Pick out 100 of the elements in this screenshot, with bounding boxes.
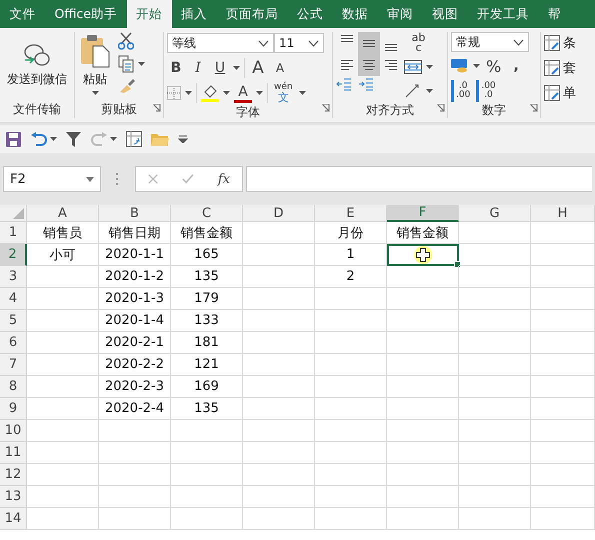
caret-icon[interactable] [426,89,433,93]
caret-icon[interactable] [426,65,433,69]
ribbon-tab[interactable]: 文件 [0,0,45,28]
merge-cells-icon[interactable] [404,60,422,74]
insert-function-button[interactable]: fx [218,172,230,186]
borders-icon[interactable] [167,86,181,100]
bold-button[interactable]: B [167,57,185,79]
caret-icon[interactable] [256,91,263,95]
column-header[interactable]: A [27,205,99,222]
increase-decimal-button[interactable]: .0 .00 [451,80,472,102]
font-color-button[interactable]: A [234,83,252,103]
row-header[interactable]: 9 [0,398,27,420]
caret-icon[interactable] [473,64,480,68]
chevron-down-icon [258,40,269,46]
row-header[interactable]: 10 [0,420,27,442]
ribbon-tab[interactable]: 插入 [172,0,216,28]
dialog-launcher-icon[interactable] [530,104,538,112]
column-header[interactable]: C [171,205,243,222]
conditional-format-icon[interactable] [544,35,560,51]
underline-button[interactable]: U [211,57,229,79]
row-header[interactable]: 3 [0,266,27,288]
ribbon-tab[interactable]: 开发工具 [468,0,538,28]
row-header[interactable]: 14 [0,508,27,530]
style-button-label[interactable]: 套 [563,59,576,77]
row-header[interactable]: 11 [0,442,27,464]
caret-icon[interactable] [138,62,145,66]
cell-style-icon[interactable] [544,85,560,101]
ribbon-tab[interactable]: 帮 [538,0,570,28]
column-header[interactable]: F [387,205,459,222]
align-icon [363,40,375,46]
ribbon-tab[interactable]: 审阅 [378,0,422,28]
scissors-icon[interactable] [118,32,134,50]
save-icon[interactable] [6,132,21,146]
style-button-label[interactable]: 单 [563,84,576,102]
row-header[interactable]: 13 [0,486,27,508]
formula-input-field[interactable] [246,166,592,192]
decrease-decimal-button[interactable]: .00 .0 [476,80,498,102]
empty-cell [387,486,459,508]
ribbon-tab[interactable]: 公式 [288,0,332,28]
row-header[interactable]: 8 [0,376,27,398]
dialog-launcher-icon[interactable] [437,104,445,112]
font-size-dropdown[interactable]: 11 [274,33,324,53]
dialog-launcher-icon[interactable] [322,104,330,112]
row-header[interactable]: 12 [0,464,27,486]
font-name-dropdown[interactable]: 等线 [167,33,274,53]
selected-cell[interactable] [387,244,459,266]
empty-cell [243,486,315,508]
caret-icon[interactable] [92,91,98,95]
column-header[interactable]: H [531,205,595,222]
style-button-label[interactable]: 条 [563,34,576,52]
currency-icon[interactable] [451,58,469,74]
paintbrush-icon[interactable] [118,78,136,94]
comma-button[interactable]: , [507,55,526,77]
caret-icon[interactable] [298,91,306,95]
increase-indent-icon[interactable] [358,76,374,92]
row-header[interactable]: 1 [0,222,27,244]
ribbon-tab[interactable]: Office助手 [45,0,126,28]
table-cell: 2 [315,266,387,288]
ribbon-tab[interactable]: 数据 [332,0,378,28]
copy-icon[interactable] [118,55,134,73]
customize-toolbar-icon[interactable] [178,135,188,143]
percent-button[interactable]: % [484,55,504,77]
column-header[interactable]: B [99,205,171,222]
ribbon-tab[interactable]: 开始 [126,0,172,28]
caret-icon[interactable] [50,137,57,141]
filter-icon[interactable] [66,132,81,146]
send-to-wechat-button[interactable]: 发送到微信 [5,40,69,90]
column-header[interactable]: D [243,205,315,222]
align-center-button[interactable] [358,54,380,76]
grow-font-button[interactable]: A [249,57,267,79]
align-middle-button[interactable] [358,32,380,54]
ribbon-tab[interactable]: 视图 [422,0,468,28]
decrease-indent-icon[interactable] [336,76,352,92]
name-box[interactable]: F2 [3,166,101,192]
phonetic-guide-button[interactable]: wén 文 [272,82,295,104]
shrink-font-button[interactable]: A [271,57,289,79]
column-header[interactable]: G [459,205,531,222]
row-header[interactable]: 7 [0,354,27,376]
number-format-dropdown[interactable]: 常规 [451,32,529,52]
caret-icon[interactable] [110,137,117,141]
checkmark-icon[interactable] [182,173,194,185]
row-header[interactable]: 6 [0,332,27,354]
undo-icon[interactable] [30,132,48,146]
ribbon-tab[interactable]: 页面布局 [216,0,288,28]
table-format-icon[interactable] [544,60,560,76]
caret-icon[interactable] [233,66,240,70]
italic-button[interactable]: I [189,57,207,79]
fill-color-icon[interactable] [201,84,219,102]
column-header[interactable]: E [315,205,387,222]
row-header[interactable]: 5 [0,310,27,332]
caret-icon[interactable] [185,91,192,95]
refresh-table-icon[interactable] [126,131,142,147]
wrap-text-button[interactable]: ab c [404,32,433,54]
empty-cell [243,244,315,266]
caret-icon[interactable] [223,91,230,95]
row-header[interactable]: 2 [0,244,27,266]
paste-button[interactable]: 粘贴 [78,32,112,97]
dialog-launcher-icon[interactable] [153,104,161,112]
empty-cell [531,310,595,332]
row-header[interactable]: 4 [0,288,27,310]
